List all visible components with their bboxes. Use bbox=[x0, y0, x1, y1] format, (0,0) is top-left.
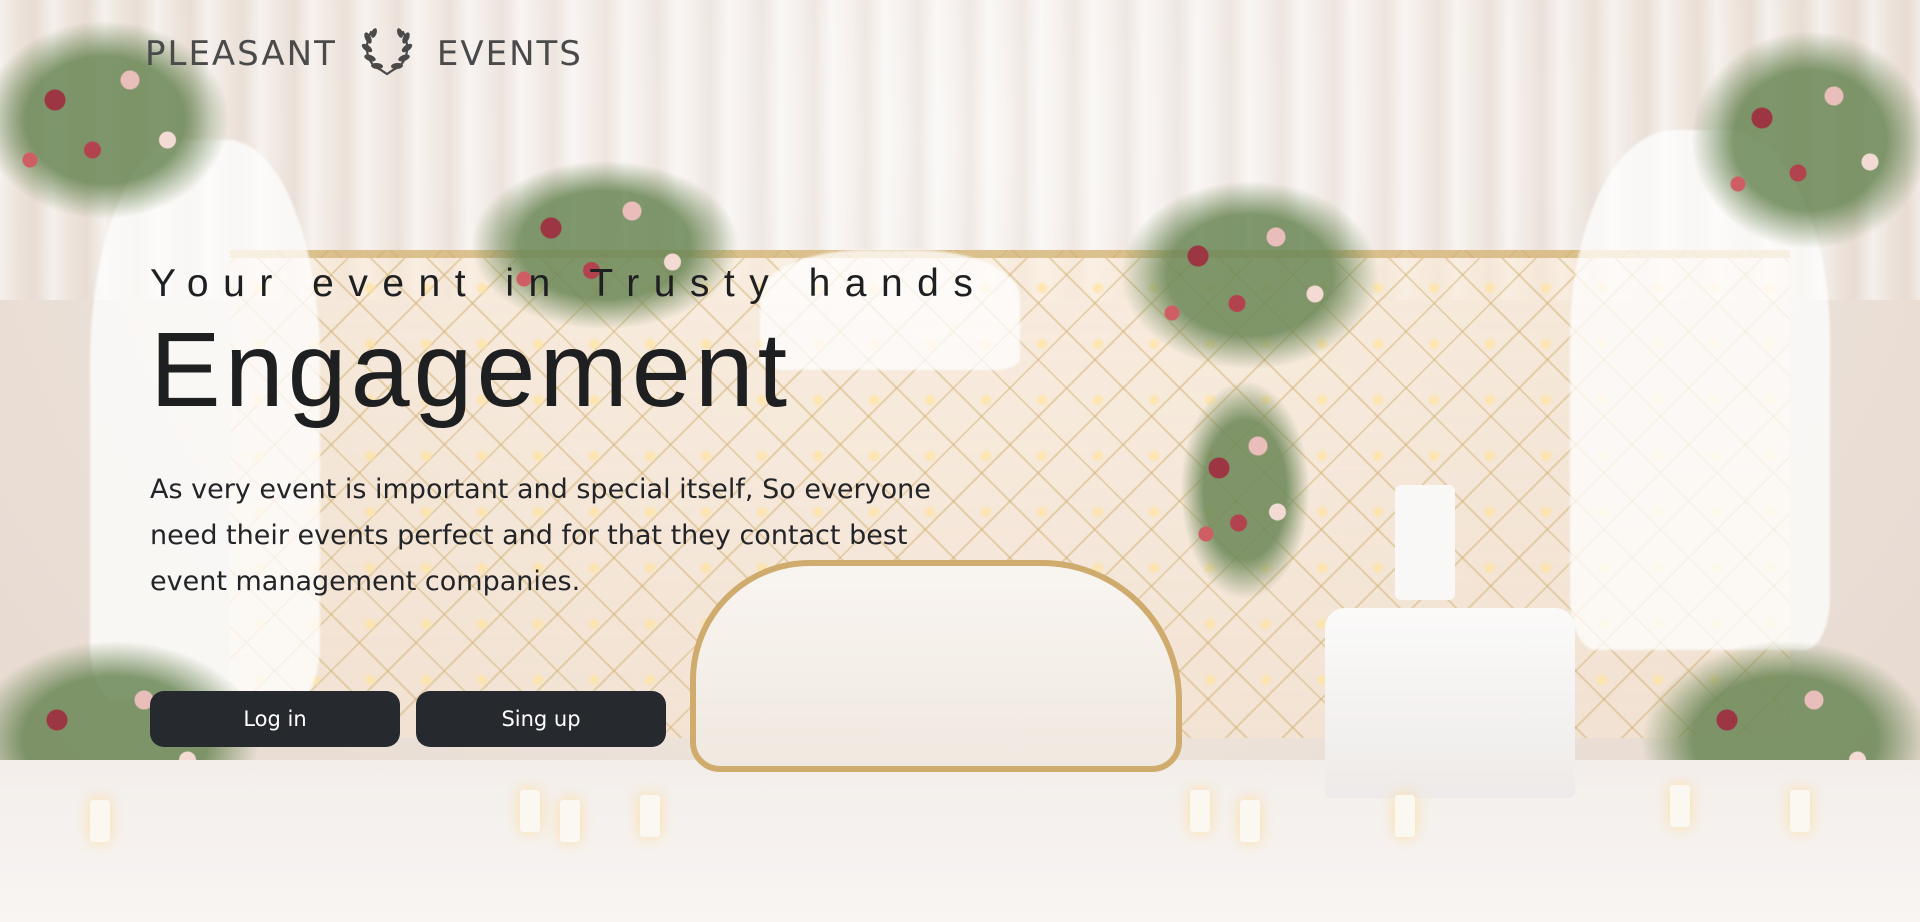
brand-word-left: PLEASANT bbox=[145, 34, 337, 74]
hero-content: Your event in Trusty hands Engagement As… bbox=[150, 262, 988, 605]
brand-word-right: EVENTS bbox=[436, 34, 583, 74]
hero-section: PLEASANT EVENTS Your event in Trusty han… bbox=[0, 0, 1920, 922]
login-button[interactable]: Log in bbox=[150, 691, 400, 747]
signup-button[interactable]: Sing up bbox=[416, 691, 666, 747]
hero-headline: Engagement bbox=[150, 311, 792, 429]
laurel-wreath-icon bbox=[359, 24, 415, 85]
brand-logo[interactable]: PLEASANT EVENTS bbox=[145, 27, 583, 78]
hero-actions: Log in Sing up bbox=[150, 691, 666, 747]
hero-description: As very event is important and special i… bbox=[150, 473, 931, 597]
hero-tagline: Your event in Trusty hands bbox=[150, 262, 988, 305]
